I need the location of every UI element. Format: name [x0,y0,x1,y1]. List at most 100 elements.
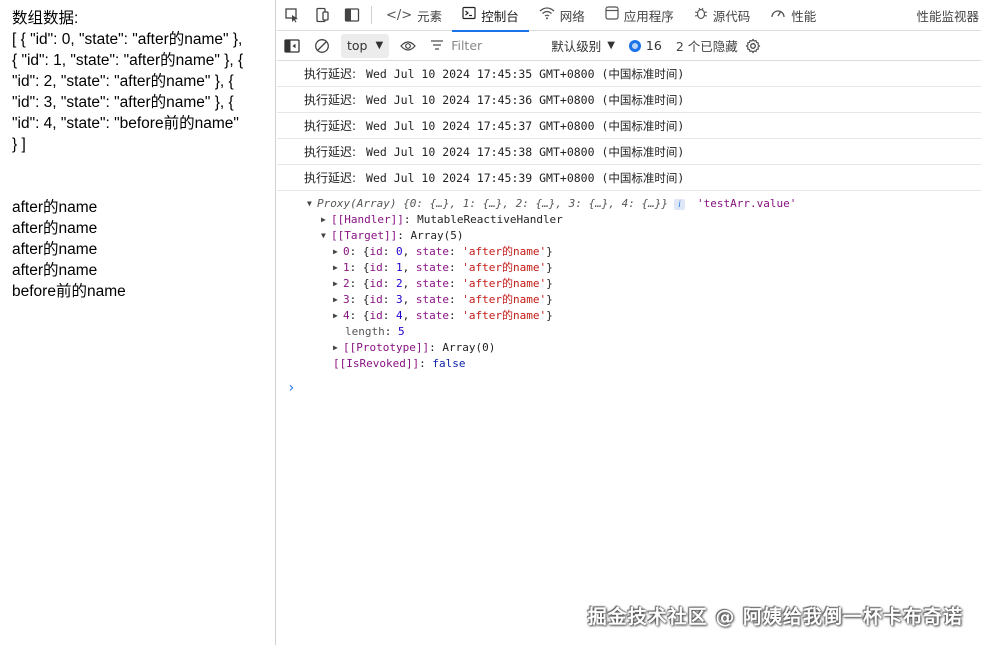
tab-network[interactable]: 网络 [529,0,595,31]
code-icon: </> [386,7,413,23]
tree-row-target[interactable]: ▼ [[Target]]: Array(5) [307,228,981,244]
log-row: 执行延迟: Wed Jul 10 2024 17:45:38 GMT+0800 (… [277,139,981,165]
expand-triangle-icon[interactable]: ▶ [333,276,343,292]
context-select[interactable]: top ▼ [341,33,390,58]
list-item: after的name [12,241,98,258]
dock-side-icon[interactable] [337,0,367,30]
tree-value: Array(5) [410,229,464,242]
sidebar-toggle-icon[interactable] [277,32,307,60]
tree-row-length: length: 5 [345,325,405,338]
tab-performance[interactable]: 性能 [760,0,826,31]
entry-state: 'after的name' [462,261,547,274]
entry-index: 1 [343,261,350,274]
log-prefix: 执行延迟: [304,67,357,81]
caret-down-icon: ▼ [375,40,384,51]
tree-row-entry[interactable]: ▶ 0: {id: 0, state: 'after的name'} [307,244,981,260]
devtools-tabbar: </> 元素 控制台 网络 应用程序 源代码 性能 性能监视器 [277,0,981,32]
json-line: "id": 2, "state": "after的name" }, { [12,73,234,90]
expand-triangle-icon[interactable]: ▶ [333,244,343,260]
tree-row-entry[interactable]: ▶ 2: {id: 2, state: 'after的name'} [307,276,981,292]
expand-triangle-icon[interactable]: ▼ [321,228,331,244]
array-data-label: 数组数据: [12,10,79,27]
log-row: 执行延迟: Wed Jul 10 2024 17:45:36 GMT+0800 (… [277,87,981,113]
tree-value: Array(0) [442,341,496,354]
application-icon [605,6,619,24]
log-text: Wed Jul 10 2024 17:45:38 GMT+0800 (中国标准时… [366,144,685,159]
log-text: Wed Jul 10 2024 17:45:35 GMT+0800 (中国标准时… [366,66,685,81]
filter-input[interactable]: Filter [431,34,543,58]
entry-index: 0 [343,245,350,258]
hidden-messages-count: 2 个已隐藏 [675,39,738,54]
json-line: "id": 4, "state": "before前的name" [12,115,239,132]
issues-count: 16 [645,38,662,53]
expand-triangle-icon[interactable]: ▼ [307,196,317,212]
log-prefix: 执行延迟: [304,145,357,159]
tree-key: [[IsRevoked]] [333,357,420,370]
tree-row-entry[interactable]: ▶ 3: {id: 3, state: 'after的name'} [307,292,981,308]
entry-index: 4 [343,309,350,322]
list-item: after的name [12,262,98,279]
expand-triangle-icon[interactable]: ▶ [333,292,343,308]
tab-performance-monitor[interactable]: 性能监视器 [906,0,981,31]
list-item: before前的name [12,283,126,300]
log-prefix: 执行延迟: [304,93,357,107]
gear-icon[interactable] [738,32,768,60]
object-ref: 'testArr.value' [697,197,797,210]
expand-triangle-icon[interactable]: ▶ [321,212,331,228]
log-row: 执行延迟: Wed Jul 10 2024 17:45:35 GMT+0800 (… [277,61,981,87]
entry-id: 3 [396,293,403,306]
object-summary-row[interactable]: ▼ Proxy(Array) {0: {…}, 1: {…}, 2: {…}, … [307,196,981,212]
eye-icon[interactable] [393,32,423,60]
expand-triangle-icon[interactable]: ▶ [333,308,343,324]
list-item: after的name [12,199,98,216]
tab-sources[interactable]: 源代码 [684,0,761,31]
object-tree: ▼ Proxy(Array) {0: {…}, 1: {…}, 2: {…}, … [277,191,981,372]
tab-elements[interactable]: </> 元素 [376,0,452,31]
log-row: 执行延迟: Wed Jul 10 2024 17:45:37 GMT+0800 (… [277,113,981,139]
log-prefix: 执行延迟: [304,119,357,133]
filter-placeholder: Filter [451,38,483,53]
tree-value: 5 [398,325,405,338]
tree-key: [[Prototype]] [343,341,430,354]
devtools-panel: </> 元素 控制台 网络 应用程序 源代码 性能 性能监视器 top ▼ Fi… [277,0,981,645]
tree-row-handler[interactable]: ▶ [[Handler]]: MutableReactiveHandler [307,212,981,228]
issues-counter[interactable]: 16 [628,38,662,53]
tree-row-revoked: [[IsRevoked]]: false [333,357,466,370]
inspect-element-icon[interactable] [277,0,307,30]
entry-state: 'after的name' [462,309,547,322]
context-label: top [347,38,368,53]
issues-icon [628,39,641,52]
app-page: 数组数据: [ { "id": 0, "state": "after的name"… [0,0,276,645]
tab-label: 性能监视器 [916,8,979,24]
divider [371,6,372,24]
tab-console[interactable]: 控制台 [452,0,529,32]
device-toolbar-icon[interactable] [307,0,337,30]
tree-value: MutableReactiveHandler [417,213,563,226]
tab-application[interactable]: 应用程序 [595,0,684,31]
entry-id: 1 [396,261,403,274]
object-summary: Proxy(Array) {0: {…}, 1: {…}, 2: {…}, 3:… [317,197,668,210]
bug-icon [694,6,708,24]
clear-console-icon[interactable] [307,32,337,60]
caret-down-icon: ▼ [607,40,615,51]
levels-label: 默认级别 [551,39,602,54]
watermark: 掘金技术社区 @ 阿姨给我倒一杯卡布奇诺 [587,606,963,628]
log-text: Wed Jul 10 2024 17:45:39 GMT+0800 (中国标准时… [366,170,685,185]
tree-row-prototype[interactable]: ▶ [[Prototype]]: Array(0) [307,340,981,356]
tree-row-entry[interactable]: ▶ 4: {id: 4, state: 'after的name'} [307,308,981,324]
expand-triangle-icon[interactable]: ▶ [333,260,343,276]
tree-row-entry[interactable]: ▶ 1: {id: 1, state: 'after的name'} [307,260,981,276]
console-icon [462,6,476,24]
info-icon[interactable]: i [674,198,685,210]
entry-index: 2 [343,277,350,290]
console-prompt[interactable]: › [277,380,981,396]
expand-triangle-icon[interactable]: ▶ [333,340,343,356]
log-text: Wed Jul 10 2024 17:45:36 GMT+0800 (中国标准时… [366,92,685,107]
json-line: [ { "id": 0, "state": "after的name" }, [12,31,243,48]
json-line: { "id": 1, "state": "after的name" }, { [12,52,244,69]
entry-state: 'after的name' [462,293,547,306]
log-levels-dropdown[interactable]: 默认级别 ▼ [551,36,615,55]
log-text: Wed Jul 10 2024 17:45:37 GMT+0800 (中国标准时… [366,118,685,133]
wifi-icon [539,6,555,24]
